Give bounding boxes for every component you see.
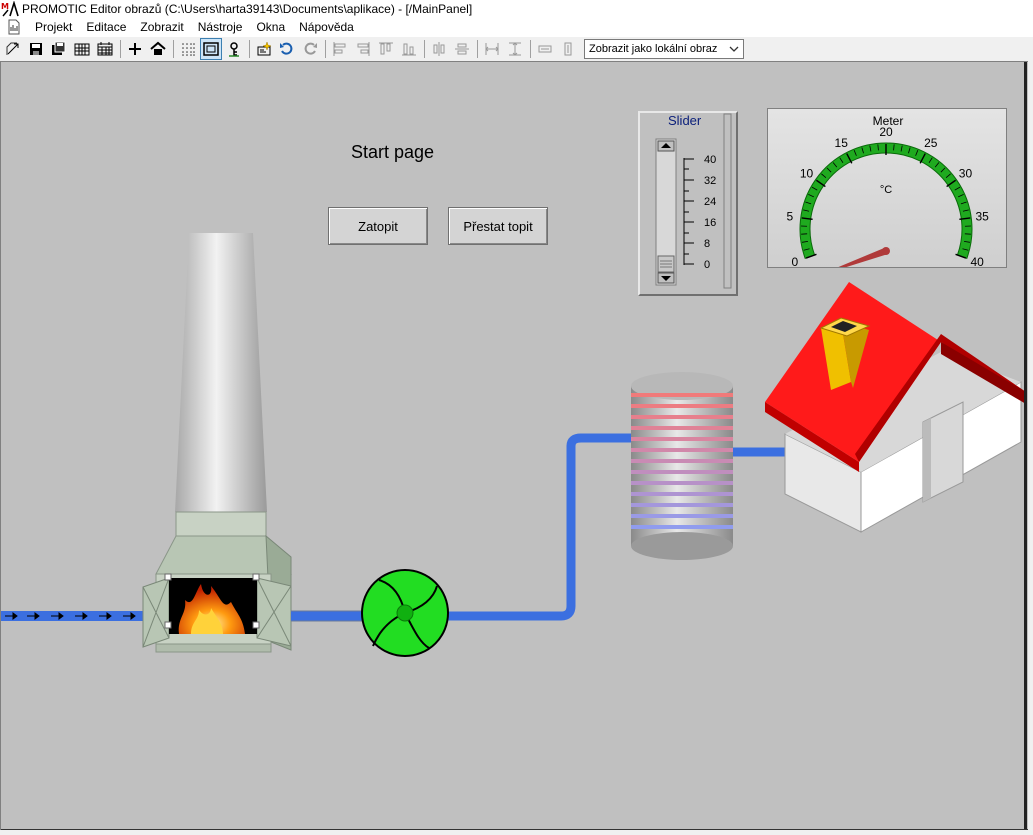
meter-tick-label: 0 <box>792 255 799 267</box>
wizard-icon[interactable] <box>253 38 275 60</box>
slider-tick-label: 0 <box>704 259 710 271</box>
meter-tick-label: 25 <box>924 136 938 150</box>
boiler <box>142 511 292 653</box>
grid-icon[interactable] <box>71 38 93 60</box>
new-icon[interactable] <box>2 38 24 60</box>
menu-okna[interactable]: Okna <box>249 20 292 34</box>
toolbar-separator <box>120 40 121 58</box>
distribute-h-icon[interactable] <box>428 38 450 60</box>
window-title: PROMOTIC Editor obrazů (C:\Users\harta39… <box>22 1 473 16</box>
meter-tick-label: 40 <box>970 255 984 267</box>
chimney <box>175 233 267 512</box>
inlet-pipe <box>1 611 143 621</box>
calendar-icon[interactable] <box>94 38 116 60</box>
slider-tick-label: 8 <box>704 238 710 250</box>
toolbar-separator <box>477 40 478 58</box>
canvas-right-border <box>1024 62 1027 830</box>
toolbar: Zobrazit jako lokální obraz <box>0 37 1033 61</box>
menu-bar: Projekt Editace Zobrazit Nástroje Okna N… <box>0 17 1033 37</box>
meter-tick-label: 20 <box>879 125 893 139</box>
meter-needle-hub <box>882 247 890 255</box>
promotic-app-icon: M <box>1 0 19 16</box>
menu-editace[interactable]: Editace <box>79 20 133 34</box>
home-icon[interactable] <box>147 38 169 60</box>
meter-tick-label: 35 <box>975 209 989 223</box>
menu-zobrazit[interactable]: Zobrazit <box>133 20 190 34</box>
align-top-icon[interactable] <box>375 38 397 60</box>
save-all-icon[interactable] <box>48 38 70 60</box>
svg-text:M: M <box>1 2 9 11</box>
toolbar-separator <box>530 40 531 58</box>
meter-gauge: °C 0 5 10 15 20 25 30 35 40 <box>786 125 989 267</box>
menu-napoveda[interactable]: Nápověda <box>292 20 361 34</box>
slider-tick-label: 40 <box>704 154 716 166</box>
menu-projekt[interactable]: Projekt <box>28 20 79 34</box>
meter-widget[interactable]: Meter °C 0 5 10 15 20 25 30 35 40 <box>767 108 1007 268</box>
toolbar-separator <box>325 40 326 58</box>
resize-h-icon[interactable] <box>534 38 556 60</box>
menu-nastroje[interactable]: Nástroje <box>191 20 250 34</box>
toolbar-separator <box>249 40 250 58</box>
meter-tick-label: 5 <box>786 209 793 223</box>
distribute-v-icon[interactable] <box>451 38 473 60</box>
meter-unit: °C <box>880 184 892 196</box>
toolbar-separator <box>173 40 174 58</box>
pump-fan-icon <box>361 569 449 657</box>
slider-tick-label: 16 <box>704 217 716 229</box>
slider-tick-label: 32 <box>704 175 716 187</box>
add-icon[interactable] <box>124 38 146 60</box>
slider-widget[interactable]: Slider 40 32 24 16 8 0 <box>638 111 738 296</box>
align-center-icon[interactable] <box>352 38 374 60</box>
view-mode-select[interactable]: Zobrazit jako lokální obraz <box>584 39 744 59</box>
save-icon[interactable] <box>25 38 47 60</box>
title-bar: M PROMOTIC Editor obrazů (C:\Users\harta… <box>0 0 1033 17</box>
view-mode-select-value: Zobrazit jako lokální obraz <box>589 43 718 55</box>
chevron-down-icon <box>729 46 739 52</box>
undo-icon[interactable] <box>276 38 298 60</box>
toolbar-separator <box>424 40 425 58</box>
meter-scale-arc <box>799 142 973 260</box>
dotted-grid-icon[interactable] <box>177 38 199 60</box>
redo-icon[interactable] <box>299 38 321 60</box>
document-icon <box>8 19 20 35</box>
frame-icon[interactable] <box>200 38 222 60</box>
align-left-icon[interactable] <box>329 38 351 60</box>
same-width-icon[interactable] <box>481 38 503 60</box>
panel-canvas[interactable]: Start page Zatopit Přestat topit Slider … <box>0 61 1028 830</box>
storage-tank <box>631 372 733 560</box>
meter-tick-label: 30 <box>959 166 973 180</box>
same-height-icon[interactable] <box>504 38 526 60</box>
resize-v-icon[interactable] <box>557 38 579 60</box>
align-bottom-icon[interactable] <box>398 38 420 60</box>
slider-tick-label: 24 <box>704 196 716 208</box>
meter-needle-shape <box>838 247 888 267</box>
canvas-bottom-border <box>1 829 1028 830</box>
house-icon <box>765 282 1026 533</box>
slider-graphic: 40 32 24 16 8 0 <box>655 113 732 289</box>
key-icon[interactable] <box>223 38 245 60</box>
meter-tick-label: 10 <box>800 166 814 180</box>
meter-tick-label: 15 <box>835 136 849 150</box>
meter-needle <box>838 247 890 267</box>
